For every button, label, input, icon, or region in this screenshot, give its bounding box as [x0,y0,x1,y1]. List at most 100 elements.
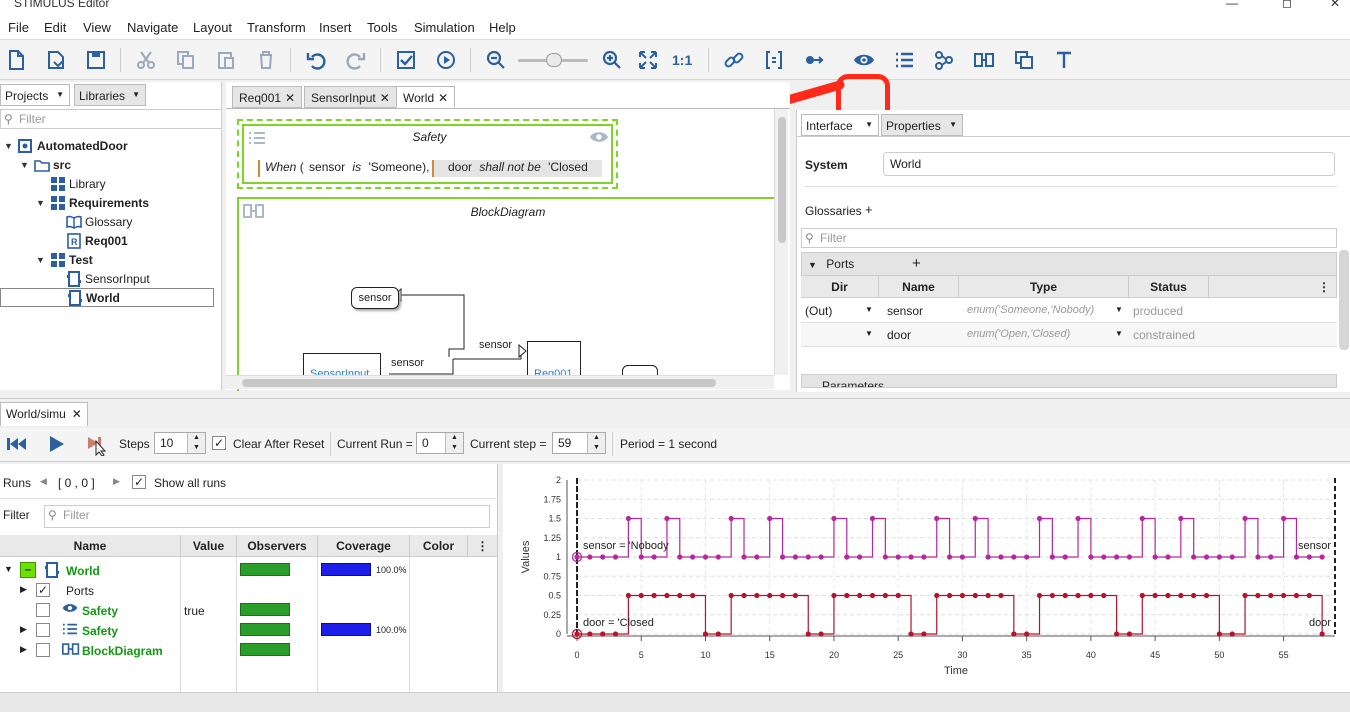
data-point-door[interactable] [1126,631,1133,637]
dropdown-arrow-icon[interactable]: ▼ [56,90,64,99]
data-point-door[interactable] [625,592,631,599]
menu-view[interactable]: View [83,20,111,35]
data-point-sensor[interactable] [844,554,850,560]
show-all-runs-checkbox[interactable]: ✓ [132,475,146,489]
check-icon[interactable] [394,48,418,72]
data-point-sensor[interactable] [1126,554,1133,560]
data-point-door[interactable] [792,592,799,599]
expand-arrow-icon[interactable]: ▼ [4,141,18,151]
run-tree-row[interactable]: ▶ Safety 100.0% [0,620,498,640]
text-icon[interactable] [1052,48,1076,72]
port-name[interactable]: sensor [887,304,923,318]
data-point-sensor[interactable] [1101,554,1107,560]
tree-item-req001[interactable]: R Req001 [52,231,128,250]
port-dir[interactable]: (Out) [805,304,832,318]
projects-filter-input[interactable]: ⚲ Filter [0,109,222,129]
undo-icon[interactable] [304,48,328,72]
data-point-sensor[interactable] [715,554,721,560]
menu-help[interactable]: Help [489,20,516,35]
dropdown-arrow-icon[interactable]: ▼ [1115,329,1123,338]
data-point-sensor[interactable] [1113,554,1120,560]
maximize-icon[interactable]: ◻ [1282,0,1292,10]
column-name[interactable]: Name [0,535,181,557]
data-point-door[interactable] [779,592,786,599]
data-point-sensor[interactable] [664,515,670,522]
column-observers[interactable]: Observers [237,535,318,557]
port-name[interactable]: door [887,328,911,342]
visibility-checkbox[interactable] [36,643,50,657]
safety-consequence[interactable]: door shall not be 'Closed [432,160,602,177]
data-point-sensor[interactable] [895,554,901,560]
data-point-door[interactable] [1268,592,1274,599]
data-point-door[interactable] [1281,592,1287,599]
tab-libraries[interactable]: Libraries ▼ [74,84,146,106]
data-point-sensor[interactable] [908,554,914,560]
expand-arrow-icon[interactable]: ▶ [20,584,27,595]
data-point-sensor[interactable] [779,554,786,560]
data-point-door[interactable] [857,592,863,599]
data-point-sensor[interactable] [587,554,593,560]
close-tab-icon[interactable]: ✕ [72,407,82,421]
add-port-button[interactable]: + [912,255,921,272]
list-icon[interactable] [892,48,916,72]
visibility-checkbox[interactable]: ✓ [36,583,50,597]
data-point-sensor[interactable] [1255,554,1261,560]
data-point-sensor[interactable] [1203,554,1210,560]
data-point-sensor[interactable] [1075,515,1081,522]
data-point-sensor[interactable] [651,554,657,560]
expand-arrow-icon[interactable]: ▶ [20,624,27,635]
run-tree-row[interactable]: ▼ – World 100.0% [0,560,498,580]
data-point-sensor[interactable] [625,515,631,522]
data-point-door[interactable] [1242,592,1248,599]
step-icon[interactable] [84,434,112,456]
link-icon[interactable] [722,48,746,72]
data-point-sensor[interactable] [818,554,824,560]
data-point-sensor[interactable] [677,554,683,560]
data-point-sensor[interactable] [792,554,799,560]
safety-observer-box[interactable]: Safety When ( sensor is 'Someone), door … [242,124,613,184]
data-point-sensor[interactable] [857,554,863,560]
data-point-sensor[interactable] [767,515,773,522]
parameters-section-header[interactable]: Parameters [801,374,1337,388]
data-point-door[interactable] [946,592,953,599]
port-type[interactable]: enum('Open,'Closed) [967,328,1070,340]
redo-icon[interactable] [344,48,368,72]
signal-chart[interactable]: 00.250.50.7511.251.51.7520 5 10 15 20 25 30 35 4… [503,464,1350,692]
data-point-sensor[interactable] [612,554,619,560]
data-point-door[interactable] [1319,631,1325,637]
data-point-door[interactable] [1165,592,1171,599]
tab-projects[interactable]: Projects ▼ [0,84,70,106]
system-name-input[interactable]: World [883,152,1335,176]
data-point-door[interactable] [1306,592,1312,599]
rewind-icon[interactable] [6,435,28,453]
run-tree-row[interactable]: ▶ BlockDiagram [0,640,498,660]
data-point-sensor[interactable] [1319,554,1325,560]
data-point-sensor[interactable] [728,515,734,522]
spinner-arrows-icon[interactable]: ▲ ▼ [445,433,463,453]
data-point-sensor[interactable] [1216,554,1222,560]
menu-tools[interactable]: Tools [367,20,397,35]
horizontal-scrollbar[interactable] [226,375,774,389]
data-point-door[interactable] [1191,592,1197,599]
data-point-door[interactable] [1216,631,1222,637]
signal-sensor[interactable]: sensor [309,160,345,174]
steps-input[interactable]: 10 ▲ ▼ [154,432,206,454]
menu-navigate[interactable]: Navigate [127,20,178,35]
data-point-sensor[interactable] [1062,554,1068,560]
expand-arrow-icon[interactable]: ▼ [36,255,50,265]
close-tab-icon[interactable]: ✕ [285,91,295,105]
data-point-sensor[interactable] [1036,515,1043,522]
data-point-door[interactable] [1024,631,1030,637]
data-point-sensor[interactable] [985,554,991,560]
data-point-sensor[interactable] [882,554,888,560]
column-menu-icon[interactable]: ⋮ [1209,276,1337,298]
data-point-door[interactable] [1293,592,1300,599]
data-point-door[interactable] [600,631,606,637]
runs-prev-icon[interactable]: ◀ [40,476,47,487]
data-point-sensor[interactable] [600,554,606,560]
data-point-sensor[interactable] [934,515,940,522]
data-point-door[interactable] [1152,592,1158,599]
data-point-sensor[interactable] [1088,554,1094,560]
expand-arrow-icon[interactable]: ▼ [20,160,34,170]
current-run-input[interactable]: 0 ▲ ▼ [416,432,464,454]
